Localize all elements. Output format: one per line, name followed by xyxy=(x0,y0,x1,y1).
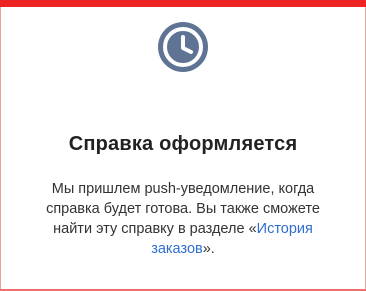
message-end: ». xyxy=(202,241,215,257)
status-title: Справка оформляется xyxy=(68,133,298,155)
status-message: Мы пришлем push-уведомление, когда справ… xyxy=(28,179,338,259)
clock-icon xyxy=(157,21,209,73)
top-accent-bar xyxy=(0,0,366,7)
status-screen: Справка оформляется Мы пришлем push-увед… xyxy=(0,0,366,291)
